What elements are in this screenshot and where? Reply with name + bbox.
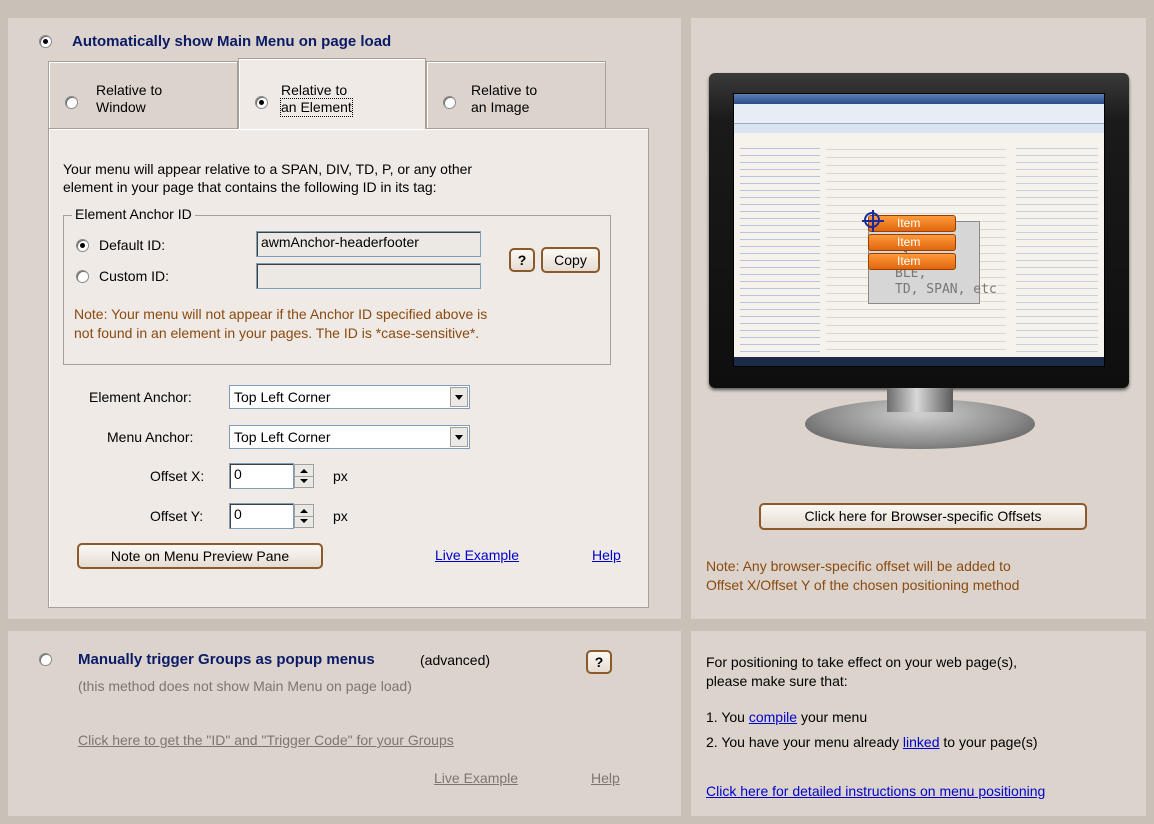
tab-element-radio[interactable] <box>255 96 268 109</box>
offset-x-label: Offset X: <box>150 468 205 484</box>
positioning-info-panel: For positioning to take effect on your w… <box>691 631 1146 816</box>
anchor-help-button[interactable]: ? <box>509 248 535 272</box>
menu-anchor-value: Top Left Corner <box>234 429 331 445</box>
auto-show-title: Automatically show Main Menu on page loa… <box>72 33 392 50</box>
preview-menu-item: Item <box>868 253 956 270</box>
custom-id-label: Custom ID: <box>99 268 170 284</box>
custom-id-radio[interactable] <box>76 270 89 283</box>
tab-relative-window[interactable]: Relative to Window <box>48 61 238 131</box>
manual-trigger-title: Manually trigger Groups as popup menus <box>78 651 375 668</box>
anchor-group-legend: Element Anchor ID <box>72 206 195 222</box>
element-anchor-id-group: Element Anchor ID Default ID: awmAnchor-… <box>63 206 611 365</box>
compile-link[interactable]: compile <box>749 709 797 725</box>
browser-offsets-button[interactable]: Click here for Browser-specific Offsets <box>759 503 1087 530</box>
description-line2: element in your page that contains the f… <box>63 179 437 195</box>
monitor-screen: ment ple: BLE, TD, SPAN, etc Item Item I… <box>733 93 1105 367</box>
offset-x-stepper[interactable] <box>294 464 314 488</box>
live-example-link[interactable]: Live Example <box>435 547 519 563</box>
auto-show-panel: Automatically show Main Menu on page loa… <box>8 18 681 619</box>
tab-image-line2: an Image <box>471 99 530 115</box>
preview-menu-item: Item <box>868 234 956 251</box>
offset-y-field[interactable]: 0 <box>229 503 294 529</box>
manual-live-example-link[interactable]: Live Example <box>434 770 518 786</box>
manual-trigger-panel: Manually trigger Groups as popup menus (… <box>8 631 681 816</box>
tab-relative-image[interactable]: Relative to an Image <box>426 61 606 131</box>
manual-trigger-radio[interactable] <box>39 653 52 666</box>
chevron-down-icon[interactable] <box>450 427 468 447</box>
info-line2: please make sure that: <box>706 673 848 689</box>
tab-image-radio[interactable] <box>443 96 456 109</box>
auto-show-radio[interactable] <box>39 35 52 48</box>
linked-link[interactable]: linked <box>903 734 940 750</box>
help-link[interactable]: Help <box>592 547 621 563</box>
manual-help-link[interactable]: Help <box>591 770 620 786</box>
manual-advanced-label: (advanced) <box>420 652 491 668</box>
positioning-instructions-link[interactable]: Click here for detailed instructions on … <box>706 783 1045 799</box>
tab-window-radio[interactable] <box>65 96 78 109</box>
tab-window-line1: Relative to <box>96 82 163 98</box>
element-anchor-value: Top Left Corner <box>234 389 331 405</box>
monitor-frame: ment ple: BLE, TD, SPAN, etc Item Item I… <box>709 73 1129 388</box>
offset-y-stepper[interactable] <box>294 504 314 528</box>
default-id-label: Default ID: <box>99 237 166 253</box>
element-anchor-label: Element Anchor: <box>89 389 192 405</box>
element-anchor-select[interactable]: Top Left Corner <box>229 385 470 409</box>
tab-image-line1: Relative to <box>471 82 538 98</box>
note-preview-pane-button[interactable]: Note on Menu Preview Pane <box>77 543 323 569</box>
browser-offset-note-line1: Note: Any browser-specific offset will b… <box>706 558 1011 574</box>
info-item1: 1. You compile your menu <box>706 709 868 725</box>
menu-anchor-label: Menu Anchor: <box>107 429 194 445</box>
offset-x-field[interactable]: 0 <box>229 463 294 489</box>
offset-y-unit: px <box>333 508 348 524</box>
info-line1: For positioning to take effect on your w… <box>706 654 1018 670</box>
monitor-illustration: ment ple: BLE, TD, SPAN, etc Item Item I… <box>709 73 1129 473</box>
tab-window-line2: Window <box>96 99 146 115</box>
chevron-down-icon[interactable] <box>450 387 468 407</box>
description-line1: Your menu will appear relative to a SPAN… <box>63 161 473 177</box>
anchor-note-line2: not found in an element in your pages. T… <box>74 325 480 341</box>
offset-y-label: Offset Y: <box>150 508 204 524</box>
custom-id-field[interactable] <box>256 263 481 289</box>
manual-subtitle: (this method does not show Main Menu on … <box>78 678 412 694</box>
default-id-field[interactable]: awmAnchor-headerfooter <box>256 231 481 257</box>
tab-relative-element[interactable]: Relative to an Element <box>238 58 426 129</box>
tab-content: Your menu will appear relative to a SPAN… <box>48 128 649 608</box>
monitor-stand-neck <box>887 388 953 412</box>
offset-x-unit: px <box>333 468 348 484</box>
anchor-note-line1: Note: Your menu will not appear if the A… <box>74 306 488 322</box>
preview-menu-item: Item <box>868 215 956 232</box>
preview-panel: ment ple: BLE, TD, SPAN, etc Item Item I… <box>691 18 1146 619</box>
get-id-trigger-link[interactable]: Click here to get the "ID" and "Trigger … <box>78 732 454 748</box>
crosshair-icon <box>862 210 884 232</box>
tab-element-line1: Relative to <box>281 82 348 98</box>
browser-offset-note-line2: Offset X/Offset Y of the chosen position… <box>706 577 1020 593</box>
tab-element-line2: an Element <box>280 98 353 117</box>
copy-button[interactable]: Copy <box>541 247 600 273</box>
default-id-radio[interactable] <box>76 239 89 252</box>
menu-anchor-select[interactable]: Top Left Corner <box>229 425 470 449</box>
manual-help-button[interactable]: ? <box>586 650 612 674</box>
info-item2: 2. You have your menu already linked to … <box>706 734 1038 750</box>
